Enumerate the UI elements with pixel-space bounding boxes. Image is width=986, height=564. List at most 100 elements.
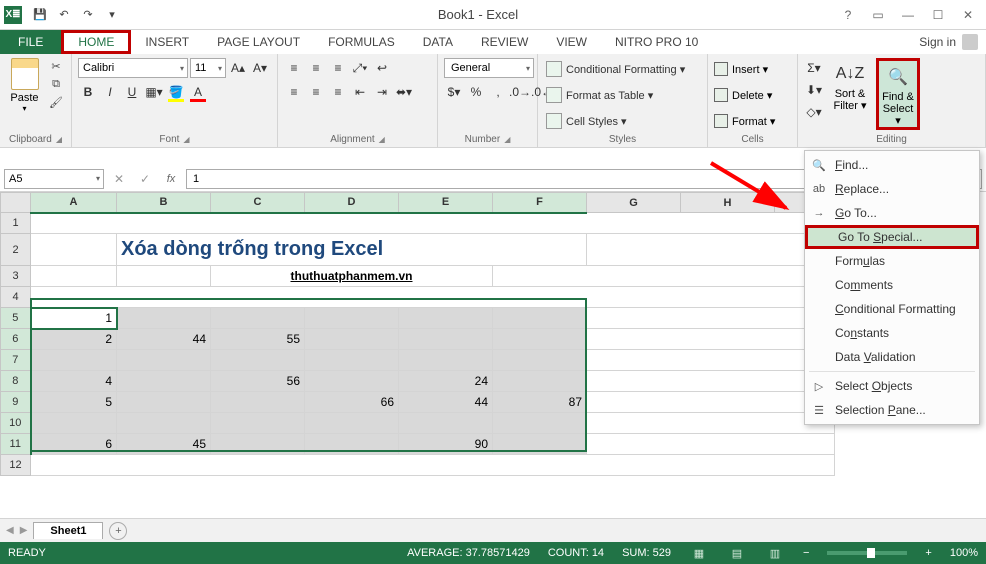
tab-formulas[interactable]: FORMULAS [314, 30, 409, 54]
cell-c6[interactable]: 55 [211, 329, 305, 350]
conditional-formatting-button[interactable]: Conditional Formatting ▾ [544, 58, 687, 80]
cell-d7[interactable] [305, 350, 399, 371]
minimize-icon[interactable]: — [894, 5, 922, 25]
cell-c10[interactable] [211, 413, 305, 434]
cell-a11[interactable]: 6 [31, 434, 117, 455]
menu-goto[interactable]: →Go To... [805, 201, 979, 225]
cell-e11[interactable]: 90 [399, 434, 493, 455]
row-header-2[interactable]: 2 [1, 234, 31, 266]
row-header-9[interactable]: 9 [1, 392, 31, 413]
sign-in[interactable]: Sign in [919, 30, 978, 54]
ribbon-options-icon[interactable]: ▭ [864, 5, 892, 25]
cell-f10[interactable] [493, 413, 587, 434]
select-all-corner[interactable] [1, 193, 31, 213]
orientation-icon[interactable]: ⤢▾ [350, 58, 370, 78]
sort-filter-button[interactable]: A↓Z Sort & Filter ▾ [828, 58, 872, 112]
cell-a6[interactable]: 2 [31, 329, 117, 350]
cancel-formula-icon[interactable]: ✕ [108, 169, 130, 189]
row-header-3[interactable]: 3 [1, 266, 31, 287]
row-header-6[interactable]: 6 [1, 329, 31, 350]
row-header-7[interactable]: 7 [1, 350, 31, 371]
cell-e8[interactable]: 24 [399, 371, 493, 392]
tab-review[interactable]: REVIEW [467, 30, 542, 54]
cell-d11[interactable] [305, 434, 399, 455]
sheet-tab-sheet1[interactable]: Sheet1 [33, 522, 103, 539]
number-launcher-icon[interactable]: ◢ [504, 135, 510, 144]
format-as-table-button[interactable]: Format as Table ▾ [544, 84, 655, 106]
font-color-icon[interactable]: A [188, 82, 208, 102]
comma-icon[interactable]: , [488, 82, 508, 102]
cell-f9[interactable]: 87 [493, 392, 587, 413]
cell-f6[interactable] [493, 329, 587, 350]
undo-icon[interactable]: ↶ [54, 5, 74, 25]
cell-b10[interactable] [117, 413, 211, 434]
cut-icon[interactable]: ✂ [47, 58, 65, 74]
cell-b6[interactable]: 44 [117, 329, 211, 350]
increase-indent-icon[interactable]: ⇥ [372, 82, 392, 102]
enter-formula-icon[interactable]: ✓ [134, 169, 156, 189]
help-icon[interactable]: ? [834, 5, 862, 25]
menu-conditional-formatting[interactable]: Conditional Formatting [805, 297, 979, 321]
cell-c9[interactable] [211, 392, 305, 413]
menu-constants[interactable]: Constants [805, 321, 979, 345]
col-header-d[interactable]: D [305, 193, 399, 213]
autosum-icon[interactable]: Σ▾ [804, 58, 824, 78]
menu-goto-special[interactable]: Go To Special... [805, 225, 979, 249]
normal-view-icon[interactable]: ▦ [689, 545, 709, 561]
paste-button[interactable]: Paste ▾ [6, 58, 43, 113]
row-header-5[interactable]: 5 [1, 308, 31, 329]
cell-e10[interactable] [399, 413, 493, 434]
menu-formulas[interactable]: Formulas [805, 249, 979, 273]
percent-icon[interactable]: % [466, 82, 486, 102]
maximize-icon[interactable]: ☐ [924, 5, 952, 25]
cell-d5[interactable] [305, 308, 399, 329]
cell-e6[interactable] [399, 329, 493, 350]
tab-data[interactable]: DATA [409, 30, 467, 54]
font-name-select[interactable]: Calibri [78, 58, 188, 78]
cell-f8[interactable] [493, 371, 587, 392]
cell-styles-button[interactable]: Cell Styles ▾ [544, 110, 629, 132]
cell-f5[interactable] [493, 308, 587, 329]
wrap-text-icon[interactable]: ↩ [372, 58, 392, 78]
page-layout-icon[interactable]: ▤ [727, 545, 747, 561]
cell-c8[interactable]: 56 [211, 371, 305, 392]
align-center-icon[interactable]: ≡ [306, 82, 326, 102]
col-header-b[interactable]: B [117, 193, 211, 213]
row-header-1[interactable]: 1 [1, 213, 31, 234]
cell-e7[interactable] [399, 350, 493, 371]
cell-d6[interactable] [305, 329, 399, 350]
tab-page-layout[interactable]: PAGE LAYOUT [203, 30, 314, 54]
align-top-icon[interactable]: ≡ [284, 58, 304, 78]
currency-icon[interactable]: $▾ [444, 82, 464, 102]
increase-font-icon[interactable]: A▴ [228, 58, 248, 78]
align-left-icon[interactable]: ≡ [284, 82, 304, 102]
col-header-f[interactable]: F [493, 193, 587, 213]
zoom-slider[interactable] [827, 551, 907, 555]
tab-file[interactable]: FILE [0, 30, 61, 54]
delete-cells-button[interactable]: Delete ▾ [714, 84, 772, 106]
row-header-11[interactable]: 11 [1, 434, 31, 455]
bold-button[interactable]: B [78, 82, 98, 102]
fx-icon[interactable]: fx [160, 169, 182, 189]
col-header-h[interactable]: H [681, 193, 775, 213]
clear-icon[interactable]: ◇▾ [804, 102, 824, 122]
redo-icon[interactable]: ↷ [78, 5, 98, 25]
cell-e5[interactable] [399, 308, 493, 329]
cell-e9[interactable]: 44 [399, 392, 493, 413]
menu-selection-pane[interactable]: ☰Selection Pane... [805, 398, 979, 422]
menu-replace[interactable]: abReplace... [805, 177, 979, 201]
border-icon[interactable]: ▦▾ [144, 82, 164, 102]
alignment-launcher-icon[interactable]: ◢ [379, 135, 385, 144]
increase-decimal-icon[interactable]: .0→ [510, 82, 530, 102]
sheet-nav-next-icon[interactable]: ▶ [20, 525, 28, 536]
page-break-icon[interactable]: ▥ [765, 545, 785, 561]
col-header-e[interactable]: E [399, 193, 493, 213]
sheet-nav-prev-icon[interactable]: ◀ [6, 525, 14, 536]
find-select-button[interactable]: 🔍 Find & Select ▾ [876, 58, 920, 130]
col-header-a[interactable]: A [31, 193, 117, 213]
cell-d10[interactable] [305, 413, 399, 434]
row-header-12[interactable]: 12 [1, 455, 31, 476]
tab-home[interactable]: HOME [61, 30, 131, 54]
decrease-font-icon[interactable]: A▾ [250, 58, 270, 78]
cell-b7[interactable] [117, 350, 211, 371]
